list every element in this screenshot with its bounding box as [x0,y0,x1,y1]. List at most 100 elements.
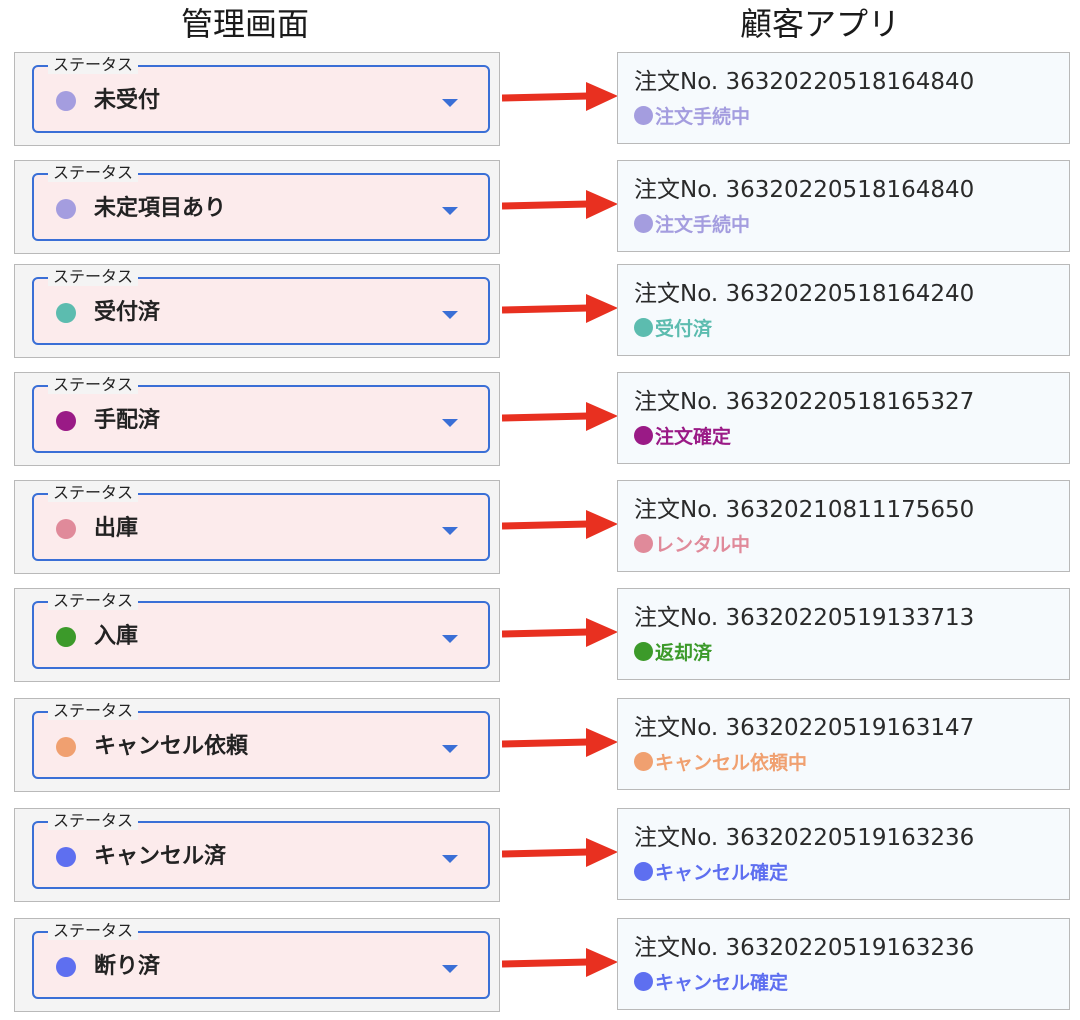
caret-down-icon[interactable] [442,207,458,215]
customer-status-dot [634,534,653,553]
customer-order-card: 注文No. 36320220519163147 キャンセル依頼中 [617,698,1070,790]
customer-status-text: キャンセル依頼中 [655,752,808,774]
status-select[interactable]: ステータス 受付済 [32,268,490,345]
caret-down-icon[interactable] [442,965,458,973]
order-number: 注文No. 36320220519163236 [634,935,975,961]
status-select-label: ステータス [48,484,139,502]
customer-status-text: 注文確定 [655,426,732,448]
status-select-label: ステータス [48,592,139,610]
status-select[interactable]: ステータス 未定項目あり [32,164,490,241]
status-color-dot [56,847,76,867]
customer-order-card: 注文No. 36320220519133713 返却済 [617,588,1070,680]
admin-status-panel: ステータス キャンセル済 [14,808,500,902]
status-select-label: ステータス [48,812,139,830]
admin-status-panel: ステータス 出庫 [14,480,500,574]
customer-status: 注文手続中 [634,103,750,131]
customer-status: キャンセル確定 [634,969,788,997]
customer-status: 受付済 [634,315,712,343]
caret-down-icon[interactable] [442,855,458,863]
status-select-value: 未受付 [94,88,161,113]
right-arrow-icon [502,294,618,323]
status-color-dot [56,91,76,111]
order-number: 注文No. 36320220518164840 [634,69,975,95]
caret-down-icon[interactable] [442,745,458,753]
right-arrow-icon [502,618,618,647]
status-select-value: キャンセル依頼 [94,734,249,759]
customer-order-card: 注文No. 36320220519163236 キャンセル確定 [617,808,1070,900]
customer-order-card: 注文No. 36320220518164840 注文手続中 [617,160,1070,252]
customer-status-dot [634,752,653,771]
customer-status-dot [634,972,653,991]
admin-status-panel: ステータス 受付済 [14,264,500,358]
status-select[interactable]: ステータス 出庫 [32,484,490,561]
customer-status-dot [634,214,653,233]
status-select-label: ステータス [48,268,139,286]
status-select-value: 出庫 [94,516,139,541]
customer-status: キャンセル依頼中 [634,749,807,777]
customer-status-text: 注文手続中 [655,214,751,236]
admin-status-panel: ステータス 断り済 [14,918,500,1012]
status-mapping-row: ステータス キャンセル依頼 注文No. 36320220519163147 キャ… [0,698,1080,798]
status-select-value: キャンセル済 [94,844,227,869]
customer-status-dot [634,318,653,337]
order-number: 注文No. 36320220519163236 [634,825,975,851]
right-arrow-icon [502,510,618,539]
caret-down-icon[interactable] [442,419,458,427]
caret-down-icon[interactable] [442,311,458,319]
status-select[interactable]: ステータス 断り済 [32,922,490,999]
customer-status-dot [634,426,653,445]
status-mapping-row: ステータス 手配済 注文No. 36320220518165327 注文確定 [0,372,1080,472]
status-color-dot [56,737,76,757]
status-select-value: 未定項目あり [94,196,227,221]
customer-status: レンタル中 [634,531,750,559]
status-mapping-row: ステータス 出庫 注文No. 36320210811175650 レンタル中 [0,480,1080,580]
status-color-dot [56,957,76,977]
caret-down-icon[interactable] [442,635,458,643]
order-number: 注文No. 36320220519133713 [634,605,975,631]
status-select[interactable]: ステータス 手配済 [32,376,490,453]
status-select-value: 入庫 [94,624,139,649]
admin-status-panel: ステータス 未定項目あり [14,160,500,254]
status-select[interactable]: ステータス 入庫 [32,592,490,669]
customer-status-text: キャンセル確定 [655,972,789,994]
customer-status: キャンセル確定 [634,859,788,887]
right-arrow-icon [502,402,618,431]
customer-column-title: 顧客アプリ [739,5,900,43]
right-arrow-icon [502,728,618,757]
caret-down-icon[interactable] [442,527,458,535]
status-select-value: 手配済 [94,408,161,433]
customer-order-card: 注文No. 36320220518164240 受付済 [617,264,1070,356]
right-arrow-icon [502,82,618,111]
customer-status-text: レンタル中 [655,534,751,556]
customer-order-card: 注文No. 36320220519163236 キャンセル確定 [617,918,1070,1010]
customer-status-text: 注文手続中 [655,106,751,128]
status-select[interactable]: ステータス キャンセル済 [32,812,490,889]
order-number: 注文No. 36320220518165327 [634,389,975,415]
caret-down-icon[interactable] [442,99,458,107]
status-select-value: 受付済 [94,300,161,325]
status-color-dot [56,627,76,647]
customer-status-text: 返却済 [655,642,713,664]
status-select[interactable]: ステータス 未受付 [32,56,490,133]
order-number: 注文No. 36320220519163147 [634,715,975,741]
customer-status: 返却済 [634,639,712,667]
status-color-dot [56,519,76,539]
status-mapping-row: ステータス 受付済 注文No. 36320220518164240 受付済 [0,264,1080,364]
order-number: 注文No. 36320220518164840 [634,177,975,203]
admin-status-panel: ステータス 手配済 [14,372,500,466]
customer-status-text: キャンセル確定 [655,862,789,884]
order-number: 注文No. 36320210811175650 [634,497,975,523]
customer-status: 注文確定 [634,423,731,451]
status-mapping-row: ステータス キャンセル済 注文No. 36320220519163236 キャン… [0,808,1080,908]
status-mapping-row: ステータス 未定項目あり 注文No. 36320220518164840 注文手… [0,160,1080,260]
customer-status: 注文手続中 [634,211,750,239]
status-select[interactable]: ステータス キャンセル依頼 [32,702,490,779]
admin-status-panel: ステータス キャンセル依頼 [14,698,500,792]
customer-order-card: 注文No. 36320210811175650 レンタル中 [617,480,1070,572]
status-select-label: ステータス [48,922,139,940]
status-mapping-row: ステータス 断り済 注文No. 36320220519163236 キャンセル確… [0,918,1080,1018]
status-color-dot [56,303,76,323]
customer-status-dot [634,106,653,125]
customer-order-card: 注文No. 36320220518164840 注文手続中 [617,52,1070,144]
status-select-label: ステータス [48,376,139,394]
